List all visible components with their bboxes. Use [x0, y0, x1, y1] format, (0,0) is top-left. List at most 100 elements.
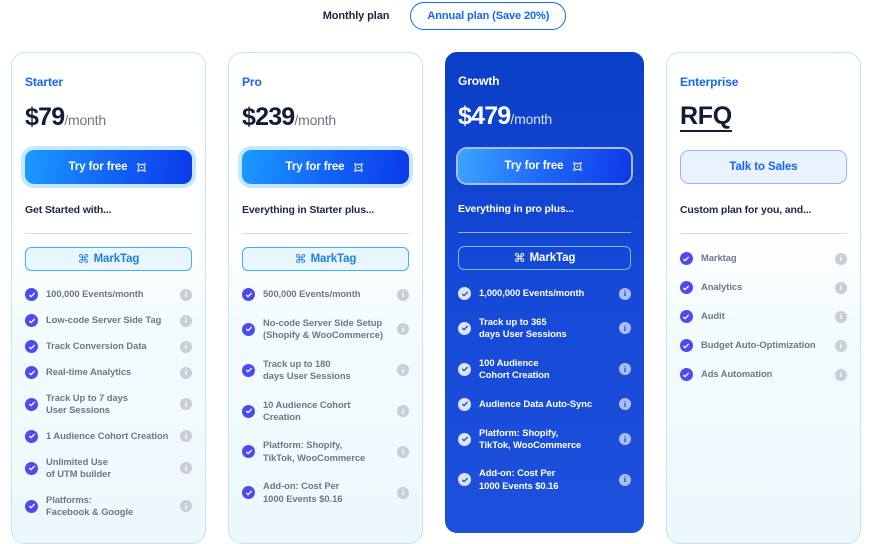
target-icon [354, 162, 364, 172]
feature-item: Real-time Analytics i [25, 366, 192, 379]
info-icon[interactable]: i [180, 340, 192, 353]
info-icon[interactable]: i [834, 281, 847, 294]
pricing-card-enterprise[interactable]: Enterprise RFQ Talk to Sales Custom plan… [665, 52, 861, 544]
marktag-chip[interactable]: ⌘ MarkTag [242, 247, 409, 271]
info-icon[interactable]: i [180, 462, 192, 475]
check-icon [25, 366, 38, 379]
info-icon[interactable]: i [618, 322, 631, 335]
marktag-chip[interactable]: ⌘ MarkTag [458, 246, 631, 270]
info-icon[interactable]: i [397, 288, 409, 301]
feature-label: Low-code Server Side Tag [46, 314, 162, 326]
info-icon[interactable]: i [397, 323, 409, 336]
info-icon[interactable]: i [618, 433, 631, 446]
card-subtitle: Custom plan for you, and... [679, 204, 812, 216]
check-icon [25, 499, 38, 513]
feature-item: Analytics i [679, 281, 847, 294]
info-icon[interactable]: i [618, 473, 631, 486]
divider [458, 232, 631, 233]
plan-name: Pro [242, 75, 262, 89]
target-icon [573, 161, 583, 171]
card-header: Pro $239 /month Try for free Everything … [229, 53, 422, 271]
talk-to-sales-button[interactable]: Talk to Sales [679, 150, 847, 184]
pricing-card-starter[interactable]: Starter $79 /month Try for free Get Star… [11, 52, 206, 544]
feature-item: Audit i [679, 310, 847, 323]
check-icon [458, 287, 471, 300]
check-icon [242, 445, 255, 459]
feature-item: Audience Data Auto-Sync i [458, 397, 631, 411]
feature-item: No-code Server Side Setup (Shopify & Woo… [242, 317, 409, 342]
try-for-free-button[interactable]: Try for free [458, 149, 631, 183]
feature-list: 500,000 Events/month i No-code Server Si… [229, 271, 422, 543]
info-icon[interactable]: i [397, 445, 409, 458]
cta-label: Try for free [504, 160, 564, 172]
marktag-label: MarkTag [310, 253, 357, 265]
info-icon[interactable]: i [618, 398, 631, 411]
pricing-card-growth[interactable]: Growth $479 /month Try for free Everythi… [445, 52, 644, 533]
card-subtitle: Get Started with... [25, 204, 112, 216]
price-period: /month [294, 112, 337, 128]
check-icon [458, 397, 471, 411]
info-icon[interactable]: i [834, 310, 847, 323]
feature-item: Track up to 365 days User Sessions i [458, 316, 631, 341]
command-icon: ⌘ [294, 252, 307, 266]
divider [242, 233, 409, 234]
card-subtitle: Everything in pro plus... [458, 203, 574, 215]
price-amount: RFQ [679, 103, 732, 133]
marktag-label: MarkTag [529, 252, 576, 264]
feature-list: Marktag i Analytics i Audit i Budget Aut… [667, 247, 860, 543]
feature-label: Unlimited Use of UTM builder [46, 455, 111, 480]
feature-label: Platform: Shopify, TikTok, WooCommerce [263, 439, 366, 463]
info-icon[interactable]: i [834, 252, 847, 265]
try-for-free-button[interactable]: Try for free [242, 150, 409, 184]
billing-period-toggle[interactable]: Monthly plan Annual plan (Save 20%) [0, 0, 872, 32]
check-icon [242, 322, 255, 336]
feature-item: Track up to 180 days User Sessions i [242, 358, 409, 383]
feature-item: Add-on: Cost Per 1000 Events $0.16 i [242, 480, 409, 505]
feature-list: 100,000 Events/month i Low-code Server S… [12, 271, 205, 543]
cta-label: Try for free [68, 161, 128, 173]
try-for-free-button[interactable]: Try for free [25, 150, 192, 184]
info-icon[interactable]: i [397, 364, 409, 377]
feature-item: Add-on: Cost Per 1000 Events $0.16 i [458, 467, 631, 492]
check-icon [25, 340, 38, 353]
info-icon[interactable]: i [397, 405, 409, 418]
check-icon [679, 368, 693, 381]
divider [679, 233, 847, 234]
card-header: Starter $79 /month Try for free Get Star… [12, 53, 205, 271]
check-icon [242, 288, 255, 301]
info-icon[interactable]: i [618, 287, 631, 300]
check-icon [242, 404, 255, 418]
info-icon[interactable]: i [618, 363, 631, 376]
info-icon[interactable]: i [180, 500, 192, 513]
marktag-chip[interactable]: ⌘ MarkTag [25, 247, 192, 271]
feature-label: Track Conversion Data [46, 340, 147, 352]
check-icon [458, 432, 471, 446]
card-header: Growth $479 /month Try for free Everythi… [445, 52, 644, 270]
feature-item: Unlimited Use of UTM builder i [25, 456, 192, 481]
info-icon[interactable]: i [180, 430, 192, 443]
feature-item: Low-code Server Side Tag i [25, 314, 192, 327]
check-icon [25, 429, 38, 443]
info-icon[interactable]: i [180, 314, 192, 327]
feature-item: 500,000 Events/month i [242, 288, 409, 301]
feature-label: Analytics [700, 281, 743, 293]
info-icon[interactable]: i [180, 398, 192, 411]
feature-item: Marktag i [679, 252, 847, 265]
toggle-option-monthly[interactable]: Monthly plan [305, 2, 407, 30]
info-icon[interactable]: i [397, 486, 409, 499]
check-icon [25, 397, 38, 411]
info-icon[interactable]: i [180, 366, 192, 379]
feature-item: 1,000,000 Events/month i [458, 287, 631, 300]
info-icon[interactable]: i [834, 339, 847, 352]
feature-item: 10 Audience Cohort Creation i [242, 399, 409, 424]
price-row: RFQ [679, 103, 847, 133]
feature-label: 1,000,000 Events/month [479, 287, 585, 299]
feature-label: Real-time Analytics [46, 366, 132, 378]
feature-item: Track Conversion Data i [25, 340, 192, 353]
info-icon[interactable]: i [180, 288, 192, 301]
target-icon [137, 162, 147, 172]
toggle-option-annual[interactable]: Annual plan (Save 20%) [410, 2, 567, 30]
pricing-card-pro[interactable]: Pro $239 /month Try for free Everything … [228, 52, 423, 544]
info-icon[interactable]: i [834, 368, 847, 381]
feature-label: Track up to 180 days User Sessions [263, 357, 351, 382]
